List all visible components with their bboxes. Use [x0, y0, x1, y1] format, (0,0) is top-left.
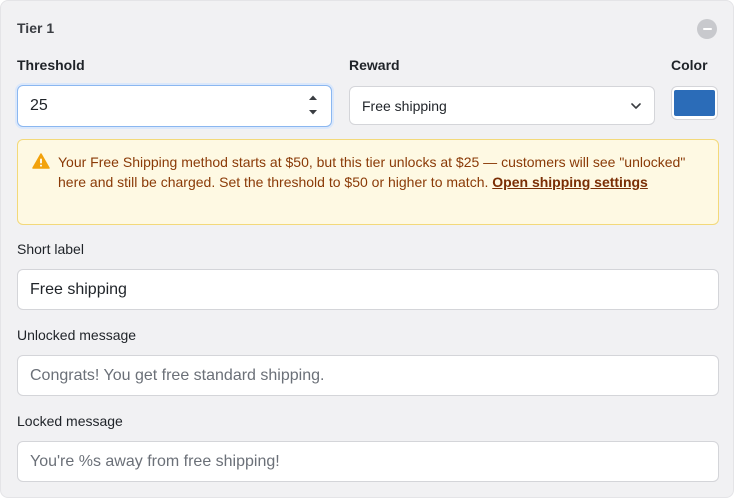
locked-message-input[interactable]: You're %s away from free shipping! [17, 441, 719, 482]
color-picker[interactable] [671, 86, 718, 120]
threshold-warning: Your Free Shipping method starts at $50,… [17, 139, 719, 225]
unlocked-message-input[interactable]: Congrats! You get free standard shipping… [17, 355, 719, 396]
stepper-up-icon[interactable] [308, 94, 318, 101]
minus-circle-icon [702, 28, 712, 30]
stepper-arrows-icon[interactable] [307, 94, 319, 116]
color-swatch [674, 90, 715, 116]
tier-title: Tier 1 [17, 20, 55, 36]
reward-label: Reward [349, 57, 400, 73]
locked-message-label: Locked message [17, 413, 123, 429]
short-label-value: Free shipping [30, 280, 127, 298]
open-shipping-settings-link[interactable]: Open shipping settings [492, 174, 648, 190]
remove-tier-button[interactable] [697, 19, 717, 39]
color-label: Color [671, 57, 708, 73]
stepper-down-icon[interactable] [308, 109, 318, 116]
chevron-down-icon [631, 103, 641, 109]
tier-card: Tier 1 Threshold 25 Reward Free shipping… [0, 0, 734, 498]
warning-triangle-icon [32, 153, 50, 169]
threshold-value: 25 [30, 97, 48, 114]
short-label-label: Short label [17, 241, 84, 257]
reward-selected: Free shipping [362, 97, 447, 114]
unlocked-message-label: Unlocked message [17, 327, 137, 343]
threshold-input[interactable]: 25 [17, 85, 332, 127]
reward-select[interactable]: Free shipping [349, 86, 655, 125]
unlocked-message-placeholder: Congrats! You get free standard shipping… [30, 366, 325, 384]
locked-message-placeholder: You're %s away from free shipping! [30, 452, 280, 470]
threshold-label: Threshold [17, 57, 85, 73]
short-label-input[interactable]: Free shipping [17, 269, 719, 310]
